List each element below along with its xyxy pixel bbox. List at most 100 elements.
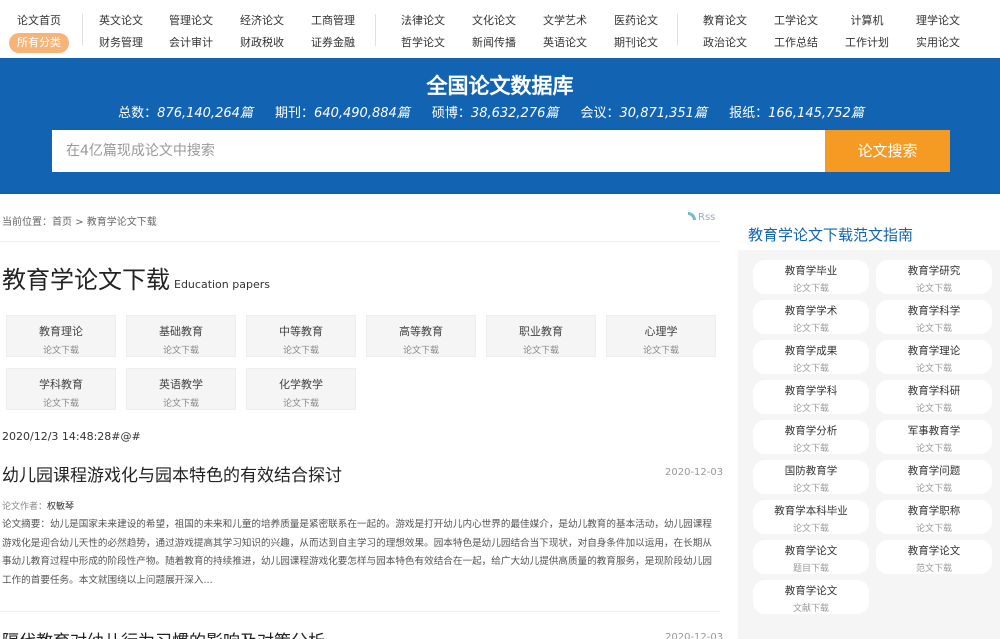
sidebar-link[interactable]: 教育学科学 论文下载 [876, 300, 992, 334]
sidebar-link-sub: 论文下载 [792, 284, 829, 294]
nav-link[interactable]: 管理论文 [156, 10, 226, 32]
nav-link[interactable]: 证券金融 [298, 32, 368, 54]
nav-link[interactable]: 工学论文 [761, 10, 831, 32]
nav-link[interactable]: 文化论文 [459, 10, 529, 32]
breadcrumb-prefix: 当前位置： [2, 217, 52, 228]
category-card[interactable]: 职业教育 论文下载 [486, 315, 596, 357]
article-title[interactable]: 隔代教育对幼儿行为习惯的影响及对策分析 [2, 627, 325, 639]
rss-label: Rss [698, 212, 716, 223]
breadcrumb-home[interactable]: 首页 [52, 217, 72, 228]
sidebar-link-title: 教育学本科毕业 [774, 505, 848, 517]
sidebar-link[interactable]: 教育学科研 论文下载 [876, 380, 992, 414]
nav-column: 理学论文 实用论文 [903, 10, 973, 54]
nav-link[interactable]: 工商管理 [298, 10, 368, 32]
breadcrumb-separator: > [72, 217, 87, 228]
nav-column: 论文首页 所有分类 [4, 10, 74, 53]
sidebar-link[interactable]: 教育学本科毕业 论文下载 [753, 500, 869, 534]
nav-link[interactable]: 财政税收 [227, 32, 297, 54]
stat-value: 38,632,276篇 [470, 106, 559, 121]
nav-column: 管理论文 会计审计 [156, 10, 226, 54]
sidebar-link-title: 教育学问题 [907, 465, 961, 477]
nav-link[interactable]: 会计审计 [156, 32, 226, 54]
nav-link[interactable]: 期刊论文 [601, 32, 671, 54]
sidebar-link-title: 教育学职称 [907, 505, 961, 517]
sidebar-link[interactable]: 教育学毕业 论文下载 [753, 260, 869, 294]
nav-divider [677, 14, 678, 46]
sidebar-link[interactable]: 教育学学术 论文下载 [753, 300, 869, 334]
sidebar-link[interactable]: 教育学论文 范文下载 [876, 540, 992, 574]
sidebar-link[interactable]: 军事教育学 论文下载 [876, 420, 992, 454]
category-title: 英语教学 [159, 378, 203, 391]
stat-value: 640,490,884篇 [314, 106, 410, 121]
sidebar-link-title: 教育学学科 [784, 385, 838, 397]
sidebar-link[interactable]: 教育学分析 论文下载 [753, 420, 869, 454]
category-title: 中等教育 [279, 325, 323, 338]
category-title: 化学教学 [279, 378, 323, 391]
nav-link[interactable]: 实用论文 [903, 32, 973, 54]
category-card[interactable]: 心理学 论文下载 [606, 315, 716, 357]
stat-label: 会议： [580, 106, 620, 121]
nav-column: 文学艺术 英语论文 [530, 10, 600, 54]
nav-link[interactable]: 英文论文 [86, 10, 156, 32]
search-input[interactable]: 在4亿篇现成论文中搜索 [52, 130, 825, 172]
rss-link[interactable]: Rss [688, 212, 715, 223]
category-card[interactable]: 教育理论 论文下载 [6, 315, 116, 357]
article-abstract: 论文摘要：幼儿是国家未来建设的希望，祖国的未来和儿童的培养质量是紧密联系在一起的… [2, 519, 712, 586]
sidebar-link-title: 教育学分析 [784, 425, 838, 437]
nav-link[interactable]: 文学艺术 [530, 10, 600, 32]
sidebar-link-title: 教育学理论 [907, 345, 961, 357]
sidebar-link[interactable]: 教育学论文 文献下载 [753, 580, 869, 614]
sidebar-link[interactable]: 教育学研究 论文下载 [876, 260, 992, 294]
nav-link[interactable]: 法律论文 [388, 10, 458, 32]
category-sub: 论文下载 [162, 399, 199, 409]
nav-link[interactable]: 英语论文 [530, 32, 600, 54]
sidebar-link-title: 军事教育学 [907, 425, 961, 437]
category-card[interactable]: 高等教育 论文下载 [366, 315, 476, 357]
nav-link[interactable]: 财务管理 [86, 32, 156, 54]
breadcrumb-current[interactable]: 教育学论文下载 [87, 217, 157, 228]
category-card[interactable]: 学科教育 论文下载 [6, 368, 116, 410]
sidebar-link-title: 教育学科研 [907, 385, 961, 397]
category-card[interactable]: 中等教育 论文下载 [246, 315, 356, 357]
nav-link[interactable]: 计算机 [832, 10, 902, 32]
sidebar-link-sub: 论文下载 [792, 524, 829, 534]
sidebar-link-title: 教育学科学 [907, 305, 961, 317]
nav-link[interactable]: 新闻传播 [459, 32, 529, 54]
sidebar-link[interactable]: 教育学学科 论文下载 [753, 380, 869, 414]
article-author: 论文作者：权敏琴 [2, 499, 74, 512]
category-card[interactable]: 英语教学 论文下载 [126, 368, 236, 410]
nav-column: 经济论文 财政税收 [227, 10, 297, 54]
category-sub: 论文下载 [282, 399, 319, 409]
sidebar-link[interactable]: 教育学成果 论文下载 [753, 340, 869, 374]
sidebar-link-sub: 论文下载 [792, 324, 829, 334]
article-date: 2020-12-03 [665, 632, 724, 639]
nav-link[interactable]: 哲学论文 [388, 32, 458, 54]
nav-link-all-categories[interactable]: 所有分类 [9, 33, 69, 53]
category-card[interactable]: 基础教育 论文下载 [126, 315, 236, 357]
divider [0, 241, 720, 242]
nav-divider [82, 14, 83, 46]
nav-link[interactable]: 理学论文 [903, 10, 973, 32]
sidebar-link[interactable]: 教育学问题 论文下载 [876, 460, 992, 494]
sidebar-link-sub: 范文下载 [915, 564, 952, 574]
article-title[interactable]: 幼儿园课程游戏化与园本特色的有效结合探讨 [2, 461, 342, 486]
nav-link[interactable]: 经济论文 [227, 10, 297, 32]
sidebar-link[interactable]: 国防教育学 论文下载 [753, 460, 869, 494]
sidebar-link[interactable]: 教育学论文 题目下载 [753, 540, 869, 574]
category-card[interactable]: 化学教学 论文下载 [246, 368, 356, 410]
nav-link[interactable]: 医药论文 [601, 10, 671, 32]
top-nav: 论文首页 所有分类 英文论文 财务管理 管理论文 会计审计 经济论文 财政税收 … [0, 0, 1000, 58]
category-title: 心理学 [644, 325, 678, 338]
author-name: 权敏琴 [47, 502, 75, 512]
sidebar-link[interactable]: 教育学理论 论文下载 [876, 340, 992, 374]
timestamp: 2020/12/3 14:48:28#@# [2, 430, 141, 443]
nav-link[interactable]: 工作总结 [761, 32, 831, 54]
sidebar-link-title: 教育学成果 [784, 345, 838, 357]
sidebar-link[interactable]: 教育学职称 论文下载 [876, 500, 992, 534]
nav-link[interactable]: 政治论文 [690, 32, 760, 54]
search-button[interactable]: 论文搜索 [825, 130, 950, 172]
nav-link[interactable]: 教育论文 [690, 10, 760, 32]
nav-link[interactable]: 论文首页 [4, 10, 74, 32]
divider [0, 611, 720, 612]
nav-link[interactable]: 工作计划 [832, 32, 902, 54]
